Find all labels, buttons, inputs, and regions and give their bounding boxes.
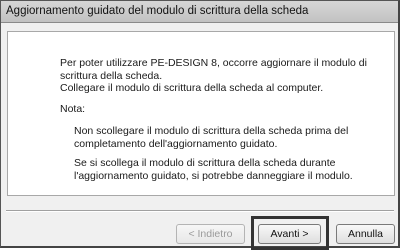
warning-text-2: Se si scollega il modulo di scrittura de… (74, 157, 353, 182)
button-separator (6, 210, 394, 212)
next-button[interactable]: Avanti > (258, 224, 321, 244)
intro-line: Per poter utilizzare PE-DESIGN 8, occorr… (60, 57, 367, 94)
warning-text-1: Non scollegare il modulo di scrittura de… (74, 125, 349, 150)
back-button[interactable]: < Indietro (176, 224, 245, 244)
window-title: Aggiornamento guidato del modulo di scri… (1, 1, 398, 23)
intro-text: Per poter utilizzare PE-DESIGN 8, occorr… (60, 57, 380, 95)
cancel-button[interactable]: Annulla (336, 224, 395, 244)
note-label: Nota: (60, 103, 86, 115)
content-panel: Per poter utilizzare PE-DESIGN 8, occorr… (7, 31, 395, 196)
